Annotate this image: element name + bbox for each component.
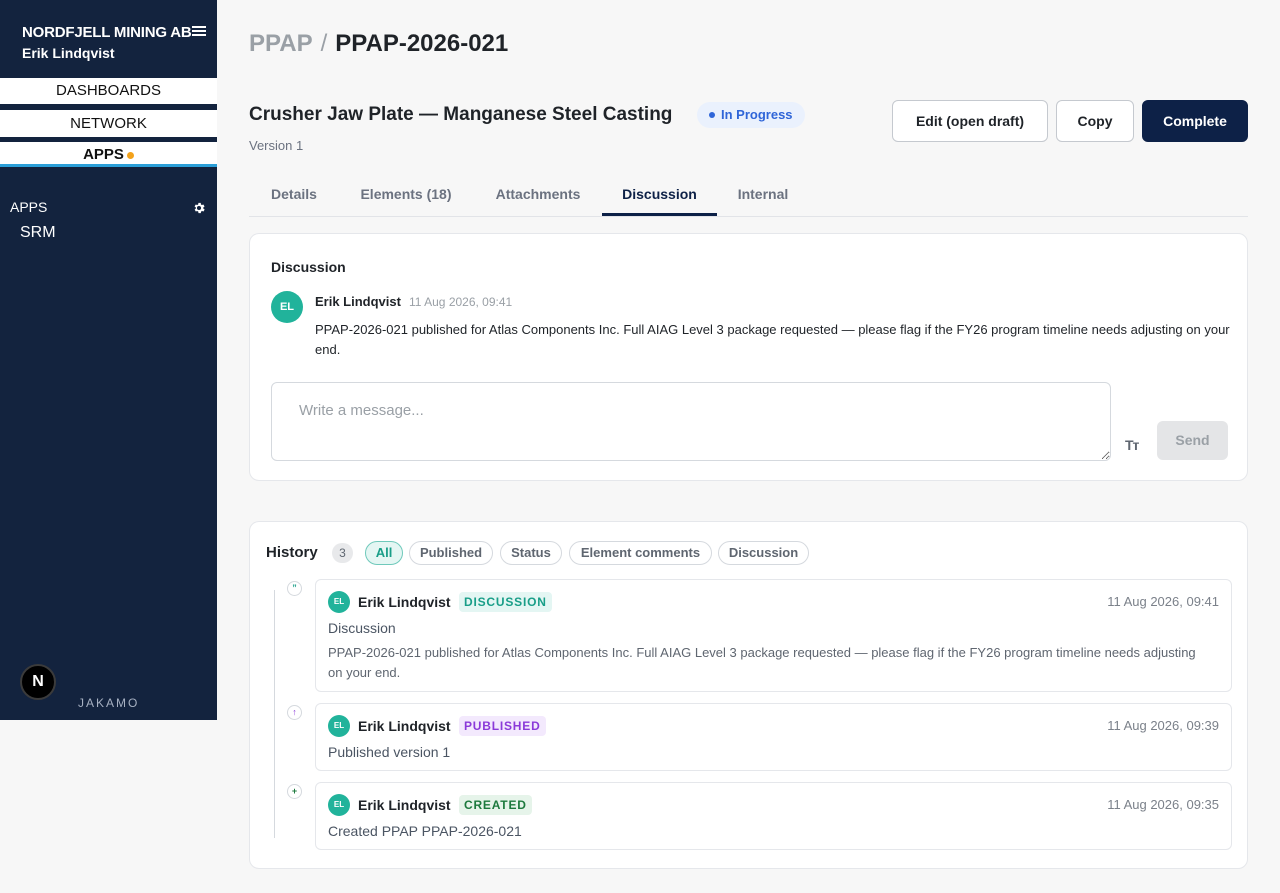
filter-all[interactable]: All [365, 541, 403, 565]
timeline-line [274, 590, 275, 838]
sidebar: NORDFJELL MINING AB Erik Lindqvist DASHB… [0, 0, 217, 720]
page-title: Crusher Jaw Plate — Manganese Steel Cast… [249, 104, 673, 125]
complete-button[interactable]: Complete [1142, 100, 1248, 142]
org-name: NORDFJELL MINING AB [22, 24, 192, 41]
filter-element-comments[interactable]: Element comments [569, 541, 712, 565]
text-format-icon[interactable]: Tт [1125, 437, 1139, 453]
quote-icon: ” [287, 581, 302, 596]
copy-button[interactable]: Copy [1056, 100, 1134, 142]
avatar: EL [328, 591, 350, 613]
apps-item-srm[interactable]: SRM [20, 224, 56, 242]
filter-status[interactable]: Status [500, 541, 562, 565]
event-type-badge: DISCUSSION [459, 592, 552, 612]
notification-dot [126, 151, 134, 159]
version-label: Version 1 [249, 138, 304, 153]
breadcrumb-current: PPAP-2026-021 [335, 30, 509, 57]
tab-attachments[interactable]: Attachments [481, 176, 595, 216]
arrow-up-icon: ↑ [287, 705, 302, 720]
tab-internal[interactable]: Internal [725, 176, 801, 216]
event-subtitle: Discussion [328, 620, 396, 636]
status-badge: In Progress [697, 102, 805, 128]
gear-icon[interactable] [192, 201, 206, 215]
message-input[interactable] [271, 382, 1111, 461]
event-subtitle: Published version 1 [328, 744, 451, 760]
event-subtitle: Created PPAP PPAP-2026-021 [328, 823, 522, 839]
breadcrumb-root[interactable]: PPAP [249, 30, 313, 57]
message-author: Erik Lindqvist [315, 294, 401, 309]
tab-bar: Details Elements (18) Attachments Discus… [249, 176, 1248, 217]
event-author: Erik Lindqvist [358, 718, 451, 734]
send-button[interactable]: Send [1157, 421, 1228, 460]
event-timestamp: 11 Aug 2026, 09:35 [1107, 797, 1219, 812]
event-author: Erik Lindqvist [358, 797, 451, 813]
tab-details[interactable]: Details [249, 176, 339, 216]
event-timestamp: 11 Aug 2026, 09:39 [1107, 718, 1219, 733]
nav-apps-label: APPS [83, 146, 124, 163]
edit-draft-button[interactable]: Edit (open draft) [892, 100, 1048, 142]
current-user-name: Erik Lindqvist [22, 45, 115, 61]
avatar: EL [271, 291, 303, 323]
filter-published[interactable]: Published [409, 541, 493, 565]
event-author: Erik Lindqvist [358, 594, 451, 610]
nav-apps[interactable]: APPS [0, 142, 217, 167]
history-event: EL Erik Lindqvist CREATED 11 Aug 2026, 0… [315, 782, 1232, 850]
history-title: History [266, 544, 318, 561]
filter-discussion[interactable]: Discussion [718, 541, 809, 565]
tab-discussion[interactable]: Discussion [602, 176, 717, 216]
history-card: History 3 All Published Status Element c… [249, 521, 1248, 869]
avatar: EL [328, 794, 350, 816]
brand-logo-text: JAKAMO [78, 696, 140, 710]
menu-icon[interactable] [192, 26, 206, 38]
apps-heading: APPS [10, 199, 48, 215]
event-body: PPAP-2026-021 published for Atlas Compon… [328, 645, 1196, 680]
breadcrumb: PPAP / PPAP-2026-021 [249, 30, 508, 58]
plus-icon: + [287, 784, 302, 799]
nav-network[interactable]: NETWORK [0, 110, 217, 137]
event-type-badge: CREATED [459, 795, 532, 815]
tab-elements[interactable]: Elements (18) [347, 176, 465, 216]
history-event: EL Erik Lindqvist PUBLISHED 11 Aug 2026,… [315, 703, 1232, 771]
avatar: EL [328, 715, 350, 737]
breadcrumb-separator: / [320, 30, 328, 57]
discussion-card: Discussion EL Erik Lindqvist 11 Aug 2026… [249, 233, 1248, 481]
history-count: 3 [332, 543, 353, 563]
event-timestamp: 11 Aug 2026, 09:41 [1107, 594, 1219, 609]
message-text: PPAP-2026-021 published for Atlas Compon… [315, 322, 1230, 357]
message-timestamp: 11 Aug 2026, 09:41 [409, 295, 513, 309]
discussion-title: Discussion [271, 259, 346, 275]
event-type-badge: PUBLISHED [459, 716, 546, 736]
history-event: EL Erik Lindqvist DISCUSSION 11 Aug 2026… [315, 579, 1232, 692]
app-badge[interactable]: N [20, 664, 56, 700]
nav-dashboards[interactable]: DASHBOARDS [0, 78, 217, 104]
